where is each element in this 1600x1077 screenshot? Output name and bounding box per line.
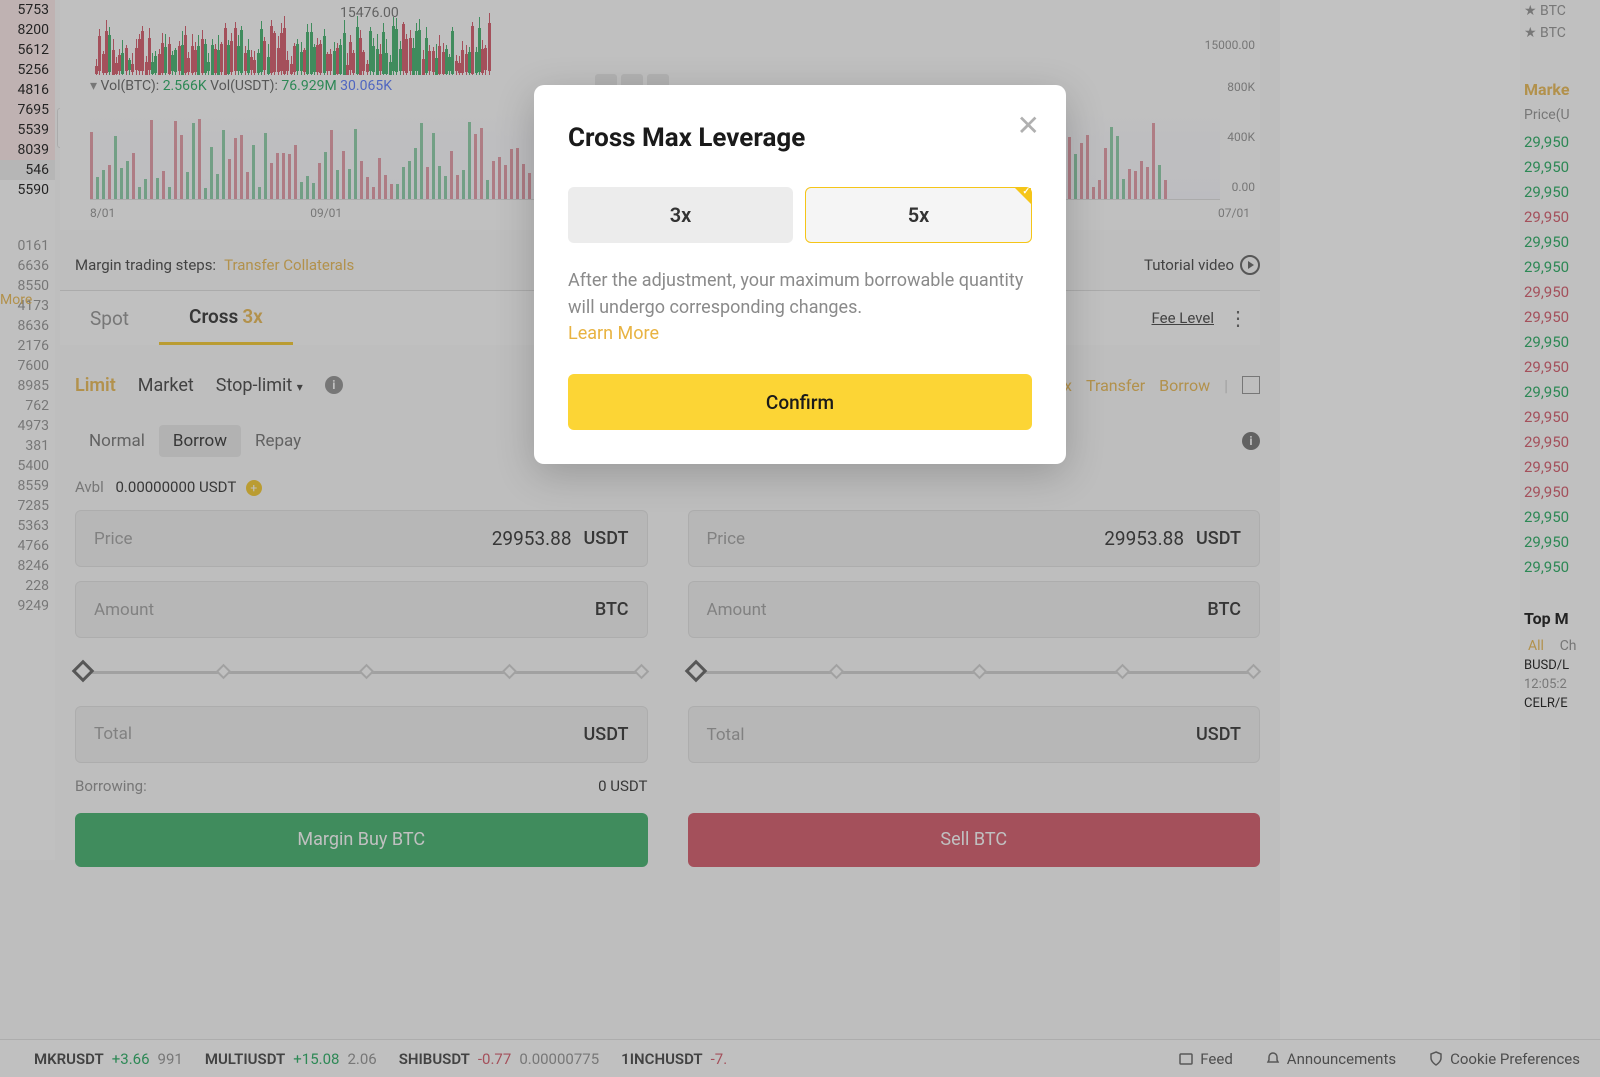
confirm-button[interactable]: Confirm — [568, 374, 1032, 430]
modal-title: Cross Max Leverage — [568, 123, 1032, 153]
modal-overlay[interactable]: Cross Max Leverage ✕ 3x 5x After the adj… — [0, 0, 1600, 1077]
leverage-option-5x[interactable]: 5x — [805, 187, 1032, 243]
learn-more-link[interactable]: Learn More — [568, 323, 659, 344]
leverage-option-3x[interactable]: 3x — [568, 187, 793, 243]
leverage-options: 3x 5x — [568, 187, 1032, 243]
leverage-modal: Cross Max Leverage ✕ 3x 5x After the adj… — [534, 85, 1066, 464]
close-icon[interactable]: ✕ — [1017, 109, 1040, 142]
modal-description: After the adjustment, your maximum borro… — [568, 267, 1032, 321]
